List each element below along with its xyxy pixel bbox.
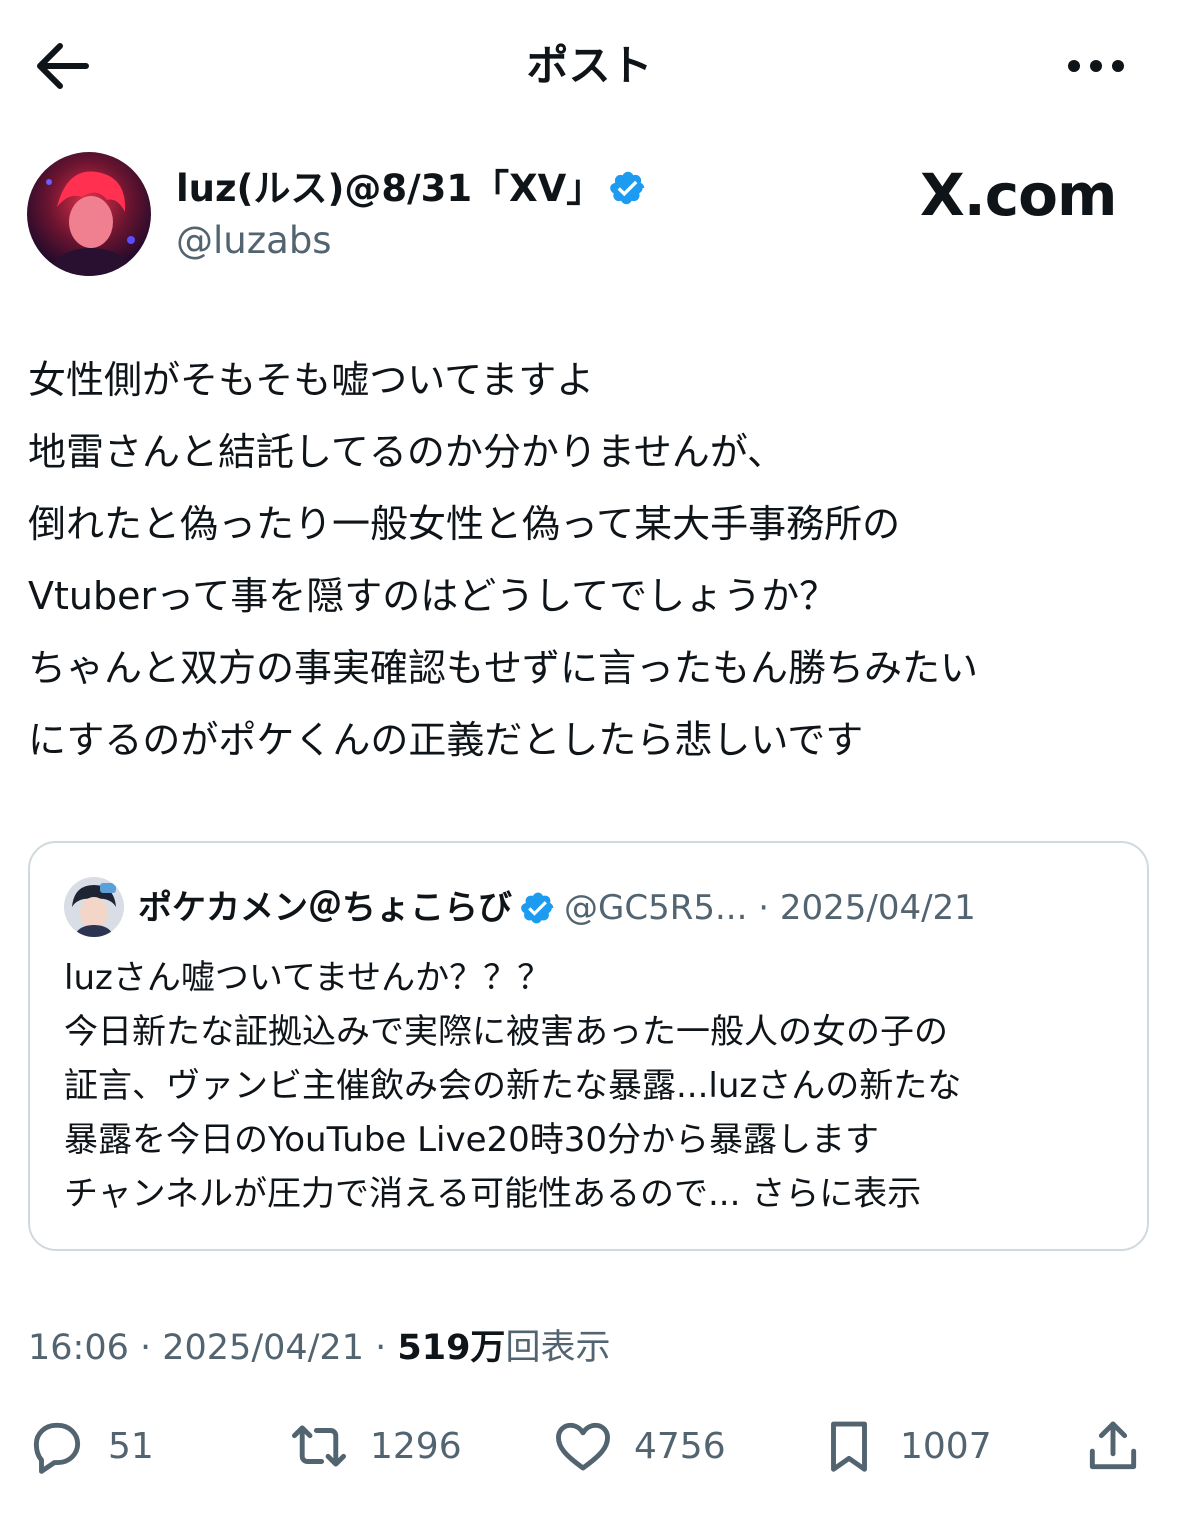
- verified-badge-icon: [610, 171, 645, 204]
- quoted-author-avatar[interactable]: [64, 877, 124, 937]
- like-icon: [556, 1422, 610, 1471]
- more-icon: [1068, 60, 1124, 72]
- author-handle[interactable]: @luzabs: [176, 216, 332, 266]
- post-line: 地雷さんと結託してるのか分かりませんが、: [28, 430, 785, 474]
- more-options-button[interactable]: [1060, 36, 1132, 96]
- reply-button[interactable]: 51: [26, 1410, 154, 1482]
- xcom-watermark-text: X.com: [920, 161, 1117, 229]
- quoted-line: 今日新たな証拠込みで実際に被害あった一般人の女の子の: [64, 1012, 948, 1052]
- reply-count: 51: [108, 1425, 154, 1467]
- share-icon: [1089, 1421, 1137, 1470]
- quoted-line-last: チャンネルが圧力で消える可能性あるので... さらに表示: [64, 1167, 1114, 1221]
- avatar-image: [27, 152, 151, 276]
- quoted-author-name[interactable]: ポケカメン＠ちょこらび: [138, 888, 512, 928]
- quoted-line: 暴露を今日のYouTube Live20時30分から暴露します: [64, 1120, 880, 1160]
- quoted-post-text: luzさん嘘ついてませんか？？？ 今日新たな証拠込みで実際に被害あった一般人の女…: [64, 951, 1114, 1221]
- like-button[interactable]: 4756: [552, 1410, 726, 1482]
- quoted-line: 証言、ヴァンビ主催飲み会の新たな暴露...luzさんの新たな: [64, 1066, 962, 1106]
- quoted-post-header: ポケカメン＠ちょこらび @GC5R5... · 2025/04/21: [138, 879, 976, 937]
- post-line: ちゃんと双方の事実確認もせずに言ったもん勝ちみたい: [28, 646, 979, 690]
- post-line: にするのがポケくんの正義だとしたら悲しいです: [28, 718, 864, 762]
- repost-icon: [292, 1425, 346, 1467]
- verified-badge-icon: [521, 892, 554, 923]
- bookmark-icon: [831, 1421, 867, 1472]
- post-meta: 16:06 · 2025/04/21 · 519万回表示: [28, 1320, 610, 1376]
- post-text: 女性側がそもそも嘘ついてますよ 地雷さんと結託してるのか分かりませんが、 倒れた…: [28, 344, 1158, 776]
- bookmark-count: 1007: [900, 1425, 992, 1467]
- view-count: 519万: [397, 1328, 506, 1368]
- post-timestamp[interactable]: 16:06 · 2025/04/21 ·: [28, 1328, 386, 1368]
- author-name-text: luz(ルス)@8/31「XV」: [176, 167, 604, 210]
- reply-icon: [33, 1422, 81, 1474]
- share-button[interactable]: [1082, 1410, 1144, 1482]
- quoted-line: luzさん嘘ついてませんか？？？: [64, 958, 552, 998]
- show-more-link[interactable]: さらに表示: [751, 1174, 921, 1214]
- like-count: 4756: [634, 1425, 726, 1467]
- repost-button[interactable]: 1296: [288, 1410, 462, 1482]
- view-label: 回表示: [505, 1328, 611, 1368]
- quoted-post-date: · 2025/04/21: [758, 888, 976, 928]
- xcom-watermark: X.com: [920, 160, 1117, 230]
- author-name[interactable]: luz(ルス)@8/31「XV」: [176, 162, 647, 216]
- bookmark-button[interactable]: 1007: [818, 1410, 992, 1482]
- author-avatar[interactable]: [27, 152, 151, 276]
- post-line: 女性側がそもそも嘘ついてますよ: [28, 358, 595, 402]
- post-line: Vtuberって事を隠すのはどうしてでしょうか？: [28, 574, 838, 618]
- quoted-line: チャンネルが圧力で消える可能性あるので...: [64, 1174, 741, 1214]
- quoted-avatar-image: [64, 877, 124, 937]
- quoted-author-handle: @GC5R5...: [564, 888, 748, 928]
- post-line: 倒れたと偽ったり一般女性と偽って某大手事務所の: [28, 502, 901, 546]
- page-title: ポスト: [526, 41, 653, 90]
- quoted-post-card[interactable]: ポケカメン＠ちょこらび @GC5R5... · 2025/04/21 luzさん…: [28, 841, 1149, 1251]
- repost-count: 1296: [370, 1425, 462, 1467]
